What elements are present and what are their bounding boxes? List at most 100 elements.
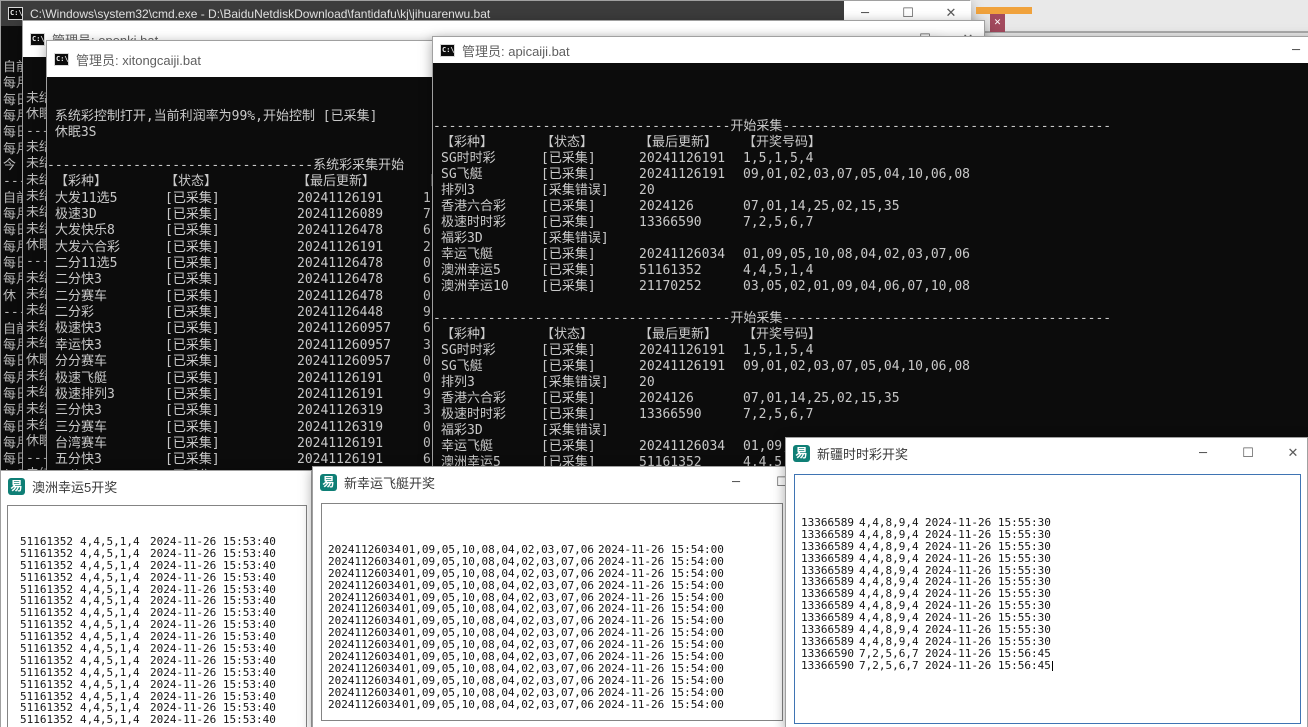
table-row: 香港六合彩[已采集]202412607,01,14,25,02,15,35	[433, 199, 1308, 215]
status-cell: [已采集]	[541, 343, 596, 359]
lottery-name: SG时时彩	[441, 343, 496, 359]
numbers-cell: 09,01,02,03,07,05,04,10,06,08	[743, 359, 970, 375]
status-cell: [已采集]	[165, 289, 220, 305]
numbers-cell: 4,4,5,1,4	[80, 572, 140, 584]
status-cell: [已采集]	[541, 247, 596, 263]
lottery-name: 极速时时彩	[441, 407, 506, 423]
status-cell: [已采集]	[541, 167, 596, 183]
numbers-cell: 4,4,8,9,4	[859, 541, 919, 553]
issue-cell: 13366589	[801, 553, 854, 565]
status-cell: [采集错误]	[541, 375, 609, 391]
section-line: --------------------------------------开始…	[433, 311, 1308, 327]
updated-cell: 20241126034	[639, 247, 725, 263]
cmd-icon: C:\	[8, 7, 23, 20]
lottery-name: 大发快乐8	[55, 223, 115, 239]
feiting-results-textarea[interactable]: 2024112603401,09,05,10,08,04,02,03,07,06…	[321, 503, 783, 721]
status-cell: [已采集]	[541, 359, 596, 375]
updated-cell: 20241126478	[297, 223, 383, 239]
lottery-name: 极速飞艇	[55, 371, 107, 387]
result-row: 133665894,4,8,9,42024-11-26 15:55:30	[795, 541, 1300, 553]
numbers-cell: 0	[423, 436, 431, 452]
updated-cell: 20241126448	[297, 305, 383, 321]
minimize-button[interactable]: ─	[1182, 438, 1224, 468]
lottery-name: 排列3	[441, 375, 475, 391]
console-text	[433, 103, 1308, 119]
result-row: 511613524,4,5,1,42024-11-26 15:53:40	[8, 667, 306, 679]
updated-cell: 20241126319	[297, 420, 383, 436]
result-row: 2024112603401,09,05,10,08,04,02,03,07,06…	[322, 556, 782, 568]
updated-cell: 202411260957	[297, 354, 391, 370]
status-cell: [已采集]	[165, 371, 220, 387]
result-row: 133665907,2,5,6,72024-11-26 15:56:45	[795, 648, 1300, 660]
numbers-cell: 4,4,5,1,4	[80, 560, 140, 572]
titlebar-aozhou[interactable]: 易 澳洲幸运5开奖	[1, 471, 311, 501]
result-row: 2024112603401,09,05,10,08,04,02,03,07,06…	[322, 675, 782, 687]
close-button[interactable]: ✕	[1272, 438, 1308, 468]
lottery-name: 极速3D	[55, 207, 97, 223]
updated-cell: 20241126191	[639, 343, 725, 359]
column-header: 【状态】	[541, 327, 593, 343]
status-cell: [已采集]	[165, 256, 220, 272]
status-cell: [采集错误]	[541, 423, 609, 439]
status-cell: [已采集]	[165, 240, 220, 256]
app-icon: 易	[8, 478, 25, 495]
excel-window-edge	[976, 7, 1032, 14]
status-cell: [采集错误]	[541, 231, 609, 247]
numbers-cell: 9	[423, 387, 431, 403]
issue-cell: 13366589	[801, 541, 854, 553]
table-row: 幸运飞艇[已采集]2024112603401,09,05,10,08,04,02…	[433, 247, 1308, 263]
lottery-name: 大发11选5	[55, 191, 117, 207]
window-xinjiang: 易 新疆时时彩开奖 ─ ☐ ✕ 133665894,4,8,9,42024-11…	[785, 437, 1308, 727]
status-cell: [已采集]	[165, 321, 220, 337]
updated-cell: 2024126	[639, 199, 694, 215]
result-row: 2024112603401,09,05,10,08,04,02,03,07,06…	[322, 687, 782, 699]
lottery-name: SG时时彩	[441, 151, 496, 167]
lottery-name: 福彩3D	[441, 423, 483, 439]
numbers-cell: 4,4,5,1,4	[80, 548, 140, 560]
minimize-button[interactable]: ─	[715, 467, 757, 497]
result-row: 2024112603401,09,05,10,08,04,02,03,07,06…	[322, 568, 782, 580]
titlebar-apicaiji[interactable]: C:\ 管理员: apicaiji.bat	[433, 37, 1308, 63]
numbers-cell: 07,01,14,25,02,15,35	[743, 391, 900, 407]
status-cell: [已采集]	[541, 391, 596, 407]
lottery-name: 二分赛车	[55, 289, 107, 305]
numbers-cell: 9	[423, 305, 431, 321]
lottery-name: SG飞艇	[441, 359, 483, 375]
lottery-name: 幸运飞艇	[441, 247, 493, 263]
updated-cell: 20	[639, 375, 655, 391]
numbers-cell: 01,09,05,10,08,04,02,03,07,06	[402, 568, 594, 580]
header-row: 【彩种】【状态】【最后更新】【开奖号码】	[433, 135, 1308, 151]
updated-cell: 202411260957	[297, 338, 391, 354]
console-text	[433, 295, 1308, 311]
time-cell: 2024-11-26 15:53:40	[150, 560, 276, 572]
time-cell: 2024-11-26 15:53:40	[150, 667, 276, 679]
result-row: 133665907,2,5,6,72024-11-26 15:56:45	[795, 660, 1300, 672]
updated-cell: 20241126191	[297, 436, 383, 452]
status-cell: [已采集]	[165, 191, 220, 207]
excel-close-button[interactable]: ✕	[990, 14, 1005, 32]
updated-cell: 20241126478	[297, 256, 383, 272]
issue-cell: 51161352	[20, 679, 73, 691]
column-header: 【彩种】	[441, 135, 493, 151]
section-line: --------------------------------------开始…	[433, 119, 1308, 135]
aozhou-results-textarea[interactable]: 511613524,4,5,1,42024-11-26 15:53:405116…	[7, 505, 307, 727]
issue-cell: 51161352	[20, 572, 73, 584]
minimize-button[interactable]: ─	[1275, 37, 1308, 63]
result-row: 511613524,4,5,1,42024-11-26 15:53:40	[8, 560, 306, 572]
lottery-name: 极速快3	[55, 321, 102, 337]
time-cell: 2024-11-26 15:54:00	[598, 687, 724, 699]
column-header: 【彩种】	[441, 327, 493, 343]
cmd-icon: C:\	[30, 33, 45, 46]
updated-cell: 20241126089	[297, 207, 383, 223]
maximize-button[interactable]: ☐	[1227, 438, 1269, 468]
cmd-icon: C:\	[54, 53, 69, 66]
numbers-cell: 6	[423, 223, 431, 239]
numbers-cell: 01,09,05,10,08,04,02,03,07,06	[402, 675, 594, 687]
table-row: 香港六合彩[已采集]202412607,01,14,25,02,15,35	[433, 391, 1308, 407]
issue-cell: 20241126034	[328, 568, 401, 580]
xinjiang-results-textarea[interactable]: 133665894,4,8,9,42024-11-26 15:55:301336…	[794, 474, 1301, 724]
updated-cell: 20241126191	[639, 167, 725, 183]
lottery-name: 三分快3	[55, 403, 102, 419]
result-row: 133665894,4,8,9,42024-11-26 15:55:30	[795, 636, 1300, 648]
time-cell: 2024-11-26 15:54:00	[598, 568, 724, 580]
